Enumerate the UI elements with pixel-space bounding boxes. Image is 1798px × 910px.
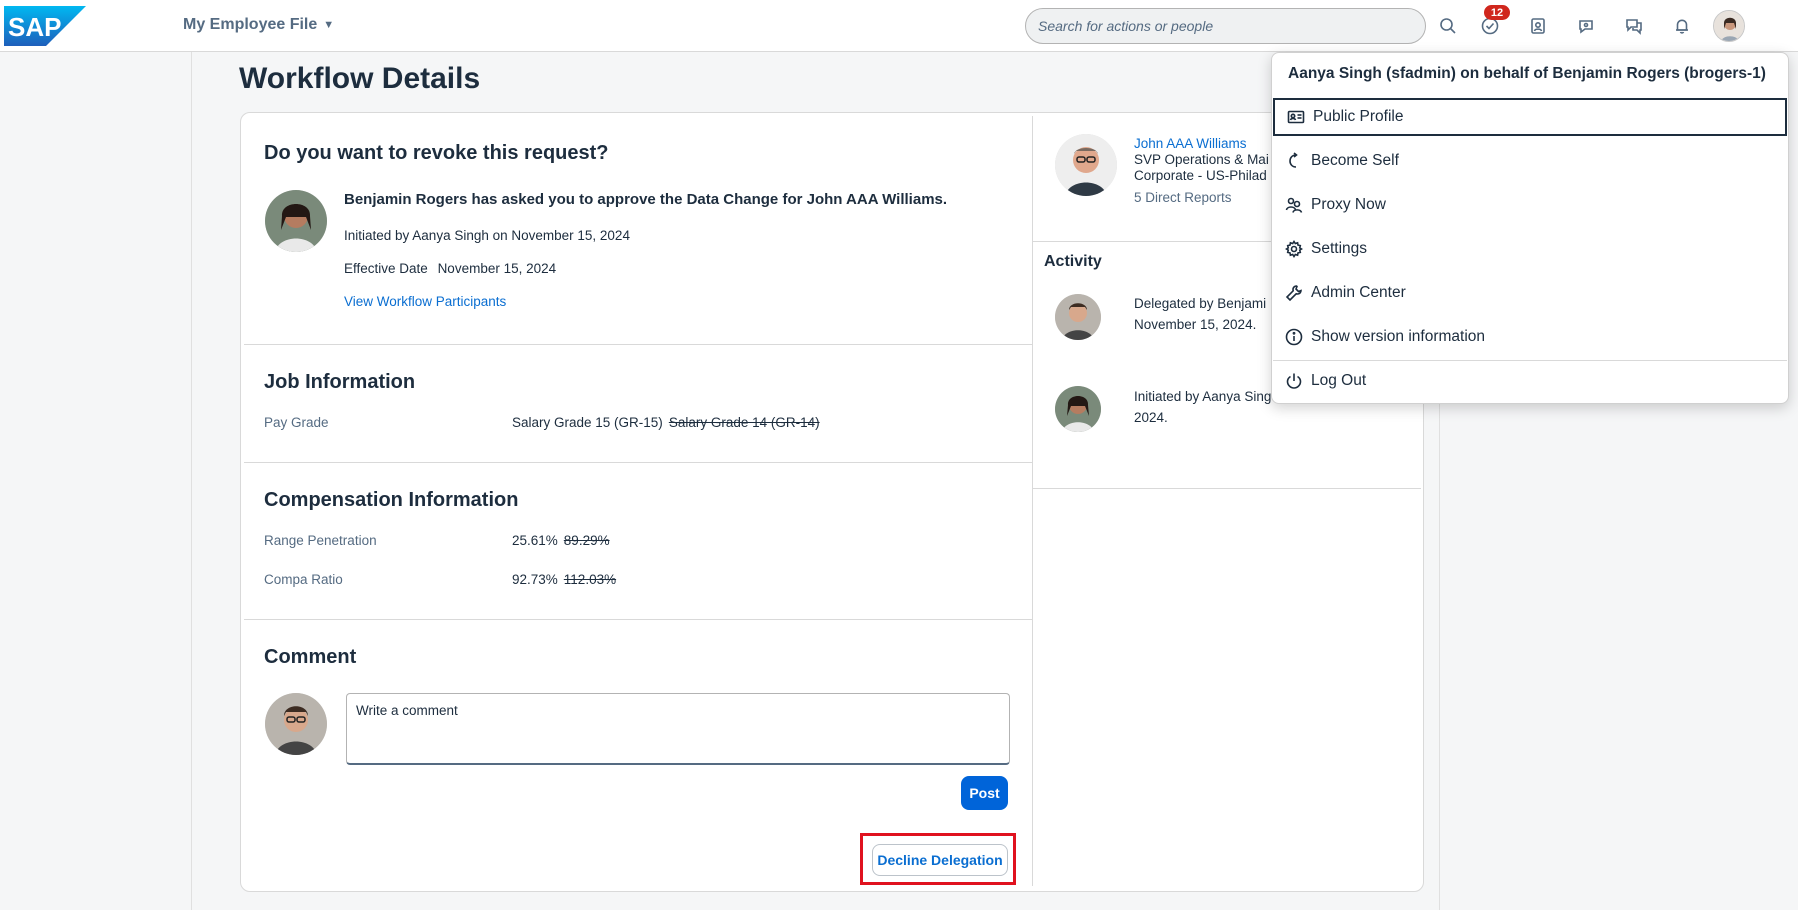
power-icon (1286, 373, 1302, 389)
compa-ratio-label: Compa Ratio (264, 572, 343, 587)
subject-name-link[interactable]: John AAA Williams (1134, 136, 1247, 151)
compa-ratio-value: 92.73% 112.03% (512, 572, 616, 587)
tasks-badge: 12 (1484, 5, 1510, 20)
menu-item-label: Public Profile (1313, 108, 1404, 125)
shell-bar: SAP My Employee File ▼ Search for action… (0, 0, 1798, 52)
activity-initiated-line2: 2024. (1134, 410, 1168, 425)
menu-item-label: Settings (1311, 240, 1368, 257)
profile-card-icon (1287, 110, 1305, 124)
job-information-heading: Job Information (264, 371, 416, 393)
notification-icon[interactable] (1666, 10, 1698, 42)
pay-grade-label: Pay Grade (264, 415, 329, 430)
post-button[interactable]: Post (961, 776, 1008, 810)
menu-item-admin-center[interactable]: Admin Center (1273, 274, 1787, 312)
menu-item-label: Admin Center (1311, 284, 1406, 301)
info-icon (1285, 328, 1303, 346)
wrench-icon (1285, 285, 1302, 302)
request-message: Benjamin Rogers has asked you to approve… (344, 191, 948, 208)
search-placeholder: Search for actions or people (1038, 18, 1214, 34)
range-penetration-label: Range Penetration (264, 533, 377, 548)
user-avatar[interactable] (1713, 10, 1745, 42)
section-divider (244, 619, 1032, 620)
activity-avatar-delegated (1055, 294, 1101, 340)
menu-item-label: Proxy Now (1311, 196, 1386, 213)
view-workflow-participants-link[interactable]: View Workflow Participants (344, 294, 506, 309)
chat-icon[interactable] (1570, 10, 1602, 42)
contacts-icon[interactable] (1522, 10, 1554, 42)
menu-separator (1273, 360, 1787, 361)
effective-date-label: Effective Date (344, 261, 428, 276)
compa-ratio-new: 92.73% (512, 572, 558, 587)
menu-item-become-self[interactable]: Become Self (1273, 142, 1787, 180)
menu-item-label: Become Self (1311, 152, 1399, 169)
left-gutter (0, 52, 192, 910)
gear-icon (1285, 240, 1303, 258)
section-divider (244, 462, 1032, 463)
menu-item-show-version[interactable]: Show version information (1273, 318, 1787, 356)
activity-avatar-initiated (1055, 386, 1101, 432)
chevron-down-icon: ▼ (323, 19, 335, 31)
decline-delegation-button[interactable]: Decline Delegation (872, 844, 1008, 876)
search-icon[interactable] (1432, 10, 1464, 42)
menu-item-log-out[interactable]: Log Out (1273, 362, 1787, 400)
sap-logo[interactable]: SAP (4, 6, 86, 46)
menu-item-public-profile[interactable]: Public Profile (1273, 98, 1787, 136)
revoke-heading: Do you want to revoke this request? (264, 142, 609, 164)
compensation-heading: Compensation Information (264, 489, 519, 511)
subject-title: SVP Operations & Mai (1134, 152, 1269, 167)
search-input[interactable]: Search for actions or people (1025, 8, 1426, 44)
comment-placeholder: Write a comment (356, 703, 458, 718)
effective-date-value: November 15, 2024 (437, 261, 557, 276)
subject-location: Corporate - US-Philad (1134, 168, 1267, 183)
undo-icon (1289, 152, 1298, 168)
range-penetration-new: 25.61% (512, 533, 558, 548)
activity-bottom-divider (1033, 488, 1421, 489)
section-divider (244, 344, 1032, 345)
activity-delegated-line2: November 15, 2024. (1134, 317, 1257, 332)
column-divider (1032, 116, 1033, 886)
requester-avatar (265, 190, 327, 252)
page-title: Workflow Details (239, 62, 481, 95)
commenter-avatar (265, 693, 327, 755)
subject-avatar (1055, 134, 1117, 196)
menu-item-label: Show version information (1311, 328, 1486, 345)
feedback-icon[interactable] (1618, 10, 1650, 42)
initiated-info: Initiated by Aanya Singh on November 15,… (344, 228, 630, 243)
compa-ratio-old: 112.03% (563, 572, 617, 587)
range-penetration-value: 25.61% 89.29% (512, 533, 610, 548)
app-title: My Employee File (183, 16, 318, 33)
user-menu-header: Aanya Singh (sfadmin) on behalf of Benja… (1288, 65, 1766, 82)
pay-grade-old: Salary Grade 14 (GR-14) (668, 415, 820, 430)
effective-date-row: Effective Date November 15, 2024 (344, 261, 556, 276)
range-penetration-old: 89.29% (563, 533, 610, 548)
activity-heading: Activity (1044, 253, 1102, 270)
app-title-menu[interactable]: My Employee File ▼ (183, 16, 334, 34)
comment-heading: Comment (264, 646, 357, 668)
activity-initiated-line1: Initiated by Aanya Sing (1134, 389, 1272, 404)
sap-logo-text: SAP (8, 12, 61, 42)
menu-item-label: Log Out (1311, 372, 1367, 389)
pay-grade-value: Salary Grade 15 (GR-15) Salary Grade 14 (… (512, 415, 820, 430)
menu-item-proxy-now[interactable]: Proxy Now (1273, 186, 1787, 224)
pay-grade-new: Salary Grade 15 (GR-15) (512, 415, 663, 430)
comment-input[interactable]: Write a comment (346, 693, 1010, 765)
activity-delegated-line1: Delegated by Benjami (1134, 296, 1267, 311)
subject-direct-reports[interactable]: 5 Direct Reports (1134, 190, 1232, 205)
proxy-icon (1285, 197, 1303, 213)
menu-item-settings[interactable]: Settings (1273, 230, 1787, 268)
